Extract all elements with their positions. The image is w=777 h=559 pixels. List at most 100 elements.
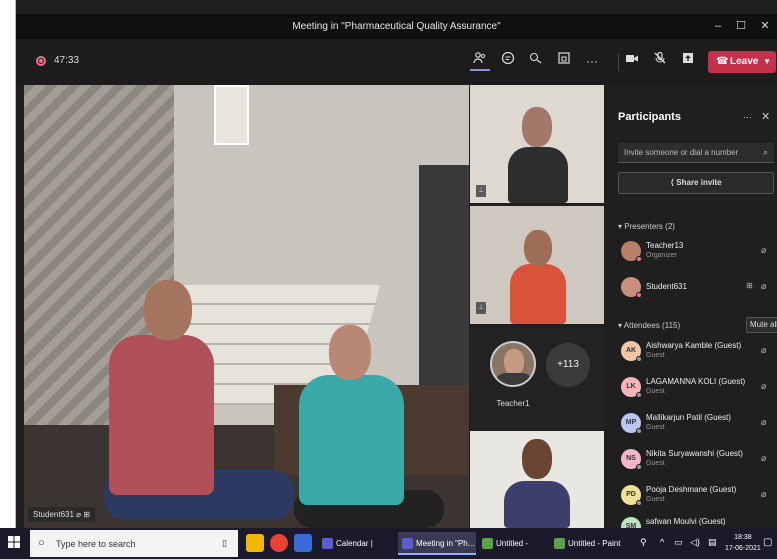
share-invite-label: Share invite	[676, 178, 722, 187]
main-video-stage[interactable]: Student631 ⌀ ⊞	[24, 85, 469, 528]
avatar: LK	[621, 377, 642, 398]
people-icon[interactable]	[470, 51, 490, 71]
avatar: MP	[621, 413, 642, 434]
task-label: Untitled - Paint	[568, 539, 621, 548]
participant-row[interactable]: SM safwan Moulvi (Guest)	[618, 515, 776, 528]
share-invite-button[interactable]: ⟨ Share invite	[618, 172, 774, 194]
participant-row[interactable]: PD Pooja Deshmane (Guest) Guest ⌀	[618, 483, 776, 511]
mic-off-icon: ⌀	[761, 281, 767, 291]
presenters-section-label[interactable]: ▾ Presenters (2)	[618, 222, 675, 231]
file-explorer-icon[interactable]	[246, 534, 264, 552]
chevron-up-icon[interactable]: ^	[660, 537, 664, 547]
chrome-icon[interactable]	[270, 534, 288, 552]
leave-button[interactable]: ☎ Leave ▼	[708, 51, 776, 73]
avatar-initials: MP	[625, 419, 637, 426]
person-head	[524, 230, 552, 266]
notifications-icon[interactable]: ▢	[763, 537, 772, 548]
video-tile[interactable]: ⊥	[470, 206, 604, 324]
participant-row[interactable]: AK Aishwarya Kamble (Guest) Guest ⌀	[618, 339, 776, 367]
more-icon[interactable]: ···	[582, 51, 602, 71]
microphone-icon[interactable]: ▯	[222, 538, 227, 549]
close-button[interactable]: ✕	[758, 19, 772, 33]
participant-name: LAGAMANNA KOLI (Guest)	[646, 377, 746, 386]
volume-icon[interactable]: ◁)	[690, 537, 700, 548]
toolbar-divider	[618, 53, 619, 71]
avatar	[621, 241, 642, 262]
participant-name: Aishwarya Kamble (Guest)	[646, 341, 742, 350]
search-placeholder: Type here to search	[56, 539, 136, 549]
chat-icon[interactable]	[498, 51, 518, 71]
participant-row[interactable]: Student631 ⊞ ⌀	[618, 275, 776, 303]
task-label: Calendar | Micr...	[336, 539, 373, 548]
participant-row[interactable]: MP Mallikarjun Patil (Guest) Guest ⌀	[618, 411, 776, 439]
mic-off-icon: ⌀	[761, 417, 767, 427]
avatar-face	[504, 349, 524, 375]
zoom-icon[interactable]	[294, 534, 312, 552]
pin-icon[interactable]: ⊥	[476, 302, 486, 314]
windows-start-icon[interactable]	[8, 536, 22, 550]
share-icon[interactable]	[678, 51, 698, 71]
person-head	[144, 280, 192, 340]
participant-role: Guest	[646, 388, 665, 395]
search-icon[interactable]: ⌕	[763, 147, 768, 158]
chevron-down-icon[interactable]: ▼	[763, 51, 771, 73]
pin-icon[interactable]: ⊥	[476, 185, 486, 197]
more-participants-button[interactable]: +113	[546, 343, 590, 387]
participant-name: Nikita Suryawanshi (Guest)	[646, 449, 743, 458]
participant-name: Pooja Deshmane (Guest)	[646, 485, 737, 494]
participant-role: Organizer	[646, 252, 677, 259]
person-torso	[504, 481, 570, 528]
invite-input[interactable]	[618, 143, 774, 163]
taskbar-task-calendar[interactable]: Calendar | Micr...	[318, 532, 396, 555]
paint-icon	[554, 538, 565, 549]
more-options-icon[interactable]: ···	[743, 112, 752, 122]
room-window	[214, 85, 249, 145]
person-head	[522, 439, 552, 479]
video-tile[interactable]: ⊥	[470, 85, 604, 203]
tile-name-label: Teacher1	[496, 399, 530, 408]
maximize-button[interactable]: ☐	[734, 19, 748, 33]
avatar[interactable]	[490, 341, 536, 387]
room-door	[419, 165, 469, 405]
attendees-label: Attendees (115)	[623, 321, 681, 330]
participant-role: Guest	[646, 424, 665, 431]
mic-off-icon: ⌀	[761, 245, 767, 255]
avatar: SM	[621, 517, 641, 528]
meeting-toolbar: 47:33 ··· ☎ Leave ▼	[16, 39, 777, 85]
avatar: PD	[621, 485, 642, 506]
windows-taskbar: ○ Type here to search ▯ Calendar | Micr.…	[0, 528, 777, 559]
minimize-button[interactable]: –	[711, 19, 725, 33]
taskbar-task-paint[interactable]: Untitled - Paint	[550, 532, 622, 555]
clock-time: 18:38	[734, 534, 752, 541]
mic-off-icon[interactable]	[650, 51, 670, 71]
person-torso	[109, 335, 214, 495]
person-torso	[510, 264, 566, 324]
attendees-section-label[interactable]: ▾ Attendees (115)	[618, 321, 680, 330]
video-name-label: Student631	[33, 510, 74, 519]
teams-meeting-window: Meeting in "Pharmaceutical Quality Assur…	[16, 0, 777, 528]
person-head	[329, 325, 371, 380]
participant-row[interactable]: Teacher13 Organizer ⌀	[618, 239, 776, 267]
close-panel-icon[interactable]: ✕	[761, 110, 770, 123]
taskbar-clock[interactable]: 18:38 17-06-2021	[725, 532, 761, 554]
reactions-icon[interactable]	[526, 51, 546, 71]
participant-role: Guest	[646, 352, 665, 359]
battery-icon[interactable]: ▭	[674, 537, 683, 548]
keyboard-icon[interactable]: ▤	[708, 537, 717, 548]
panel-title: Participants	[618, 111, 681, 123]
mute-all-button[interactable]: Mute all	[746, 317, 777, 333]
participant-row[interactable]: NS Nikita Suryawanshi (Guest) Guest ⌀	[618, 447, 776, 475]
paint-icon	[482, 538, 493, 549]
taskbar-search[interactable]: ○ Type here to search ▯	[30, 530, 238, 557]
breakout-icon[interactable]	[554, 51, 574, 71]
avatar-suit	[494, 373, 534, 385]
camera-icon[interactable]	[622, 51, 642, 71]
people-icon[interactable]: ⚲	[640, 537, 647, 548]
participant-row[interactable]: LK LAGAMANNA KOLI (Guest) Guest ⌀	[618, 375, 776, 403]
video-tile[interactable]	[470, 431, 604, 528]
leave-label: Leave	[730, 56, 759, 67]
person-torso	[299, 375, 404, 505]
taskbar-task-meeting[interactable]: Meeting in "Ph...	[398, 532, 476, 555]
participant-role: Guest	[646, 460, 665, 467]
taskbar-task-paint[interactable]: Untitled - Paint	[478, 532, 548, 555]
